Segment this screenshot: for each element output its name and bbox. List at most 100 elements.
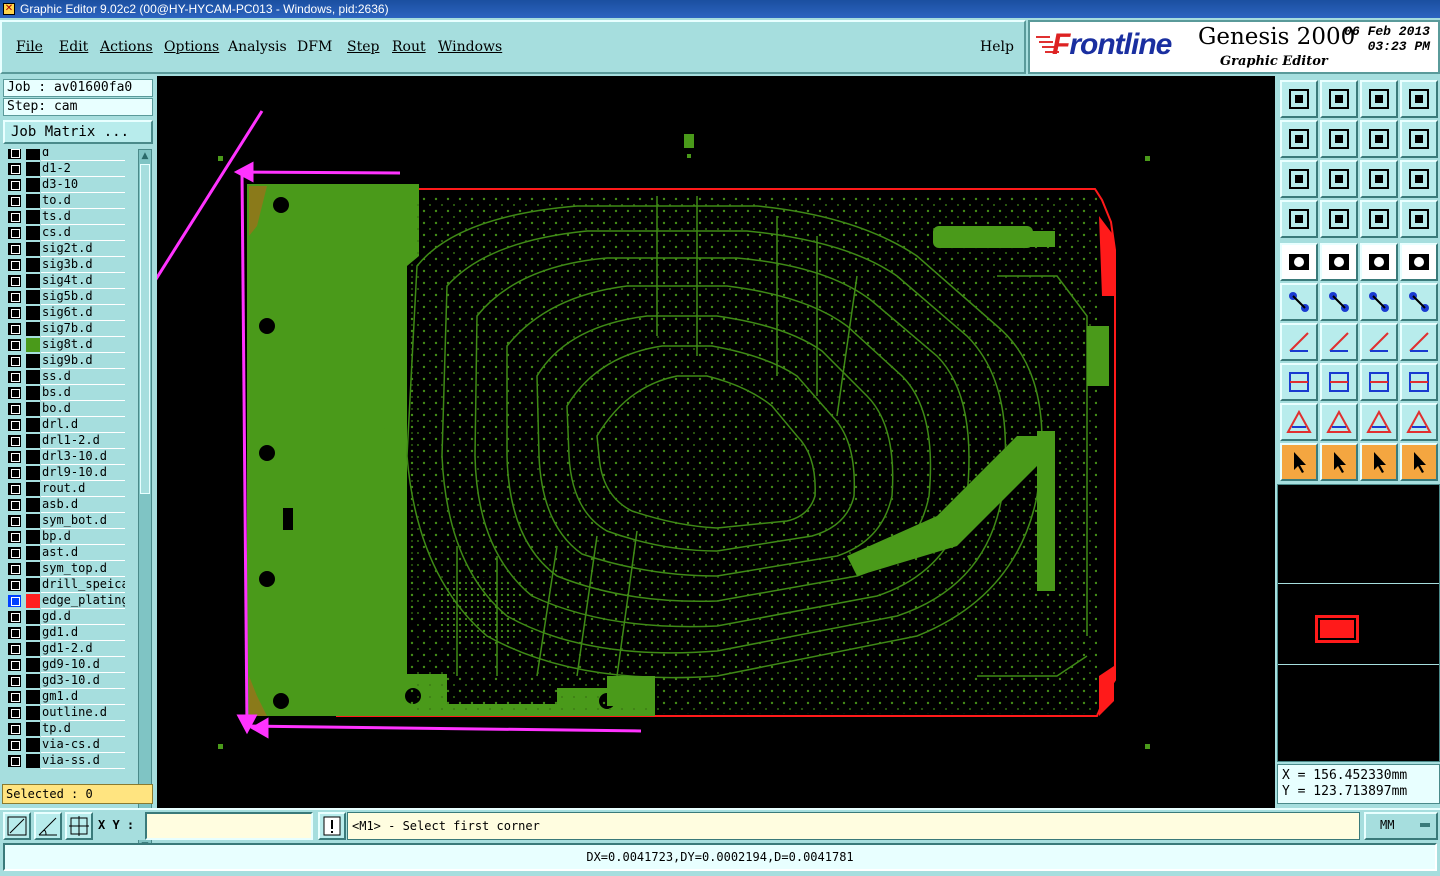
triangle-select-button[interactable]	[1360, 403, 1398, 441]
layer-row[interactable]: d	[5, 149, 125, 161]
layer-checkbox[interactable]	[8, 371, 21, 383]
layer-checkbox[interactable]	[8, 259, 21, 271]
layer-name[interactable]: sig9b.d	[41, 353, 125, 369]
layer-name[interactable]: bs.d	[41, 385, 125, 401]
layer-color-swatch[interactable]	[26, 482, 40, 496]
mirror-button[interactable]	[1400, 323, 1438, 361]
layer-checkbox[interactable]	[8, 467, 21, 479]
pointer-alt-button[interactable]	[1360, 443, 1398, 481]
layer-name[interactable]: gd1-2.d	[41, 641, 125, 657]
graphic-canvas[interactable]	[157, 76, 1275, 808]
layer-color-swatch[interactable]	[26, 386, 40, 400]
layer-name[interactable]: gd3-10.d	[41, 673, 125, 689]
layer-name[interactable]: sig5b.d	[41, 289, 125, 305]
fit-view-button[interactable]	[1320, 160, 1358, 198]
zoom-out-button[interactable]	[1280, 120, 1318, 158]
layer-list-scrollbar[interactable]: ▲ ▼	[138, 149, 152, 853]
layer-color-swatch[interactable]	[26, 594, 40, 608]
layer-row[interactable]: d1-2	[5, 161, 125, 177]
layer-checkbox[interactable]	[8, 611, 21, 623]
zoom-in-button[interactable]	[1320, 120, 1358, 158]
layer-row[interactable]: asb.d	[5, 497, 125, 513]
layer-color-swatch[interactable]	[26, 178, 40, 192]
layer-color-swatch[interactable]	[26, 322, 40, 336]
layer-checkbox[interactable]	[8, 547, 21, 559]
layer-checkbox[interactable]	[8, 179, 21, 191]
layer-row[interactable]: sig7b.d	[5, 321, 125, 337]
layer-checkbox[interactable]	[8, 451, 21, 463]
layer-color-swatch[interactable]	[26, 578, 40, 592]
layer-name[interactable]: gd.d	[41, 609, 125, 625]
open-job-button[interactable]	[1280, 80, 1318, 118]
layer-row[interactable]: bs.d	[5, 385, 125, 401]
layer-checkbox[interactable]	[8, 339, 21, 351]
layer-name[interactable]: sig7b.d	[41, 321, 125, 337]
pin-probe-button[interactable]	[1320, 200, 1358, 238]
layer-row[interactable]: sig3b.d	[5, 257, 125, 273]
layer-row[interactable]: rout.d	[5, 481, 125, 497]
layer-name[interactable]: asb.d	[41, 497, 125, 513]
home-button[interactable]	[1360, 80, 1398, 118]
layer-row[interactable]: drl9-10.d	[5, 465, 125, 481]
layer-row[interactable]: ss.d	[5, 369, 125, 385]
menu-edit[interactable]: Edit	[59, 39, 88, 55]
redraw-button[interactable]	[1400, 120, 1438, 158]
layer-row[interactable]: gd1-2.d	[5, 641, 125, 657]
layer-checkbox[interactable]	[8, 659, 21, 671]
menu-help[interactable]: Help	[980, 39, 1014, 55]
angle-line-button[interactable]	[1280, 323, 1318, 361]
overview-map[interactable]	[1277, 484, 1440, 762]
layer-row[interactable]: drl3-10.d	[5, 449, 125, 465]
layer-name[interactable]: drl1-2.d	[41, 433, 125, 449]
layer-checkbox[interactable]	[8, 515, 21, 527]
net-select-button[interactable]	[1400, 200, 1438, 238]
layer-row[interactable]: sym_bot.d	[5, 513, 125, 529]
menu-step[interactable]: Step	[347, 39, 379, 55]
layer-color-swatch[interactable]	[26, 162, 40, 176]
xy-input[interactable]	[145, 812, 313, 840]
layer-name[interactable]: cs.d	[41, 225, 125, 241]
layer-row[interactable]: cs.d	[5, 225, 125, 241]
layer-row[interactable]: sig5b.d	[5, 289, 125, 305]
layer-row[interactable]: to.d	[5, 193, 125, 209]
menu-windows[interactable]: Windows	[438, 39, 502, 55]
menu-file[interactable]: File	[16, 39, 43, 55]
units-selector[interactable]: MM	[1364, 812, 1438, 840]
layer-row[interactable]: sig4t.d	[5, 273, 125, 289]
layer-color-swatch[interactable]	[26, 242, 40, 256]
layer-row[interactable]: drill_speical	[5, 577, 125, 593]
layer-row[interactable]: sig2t.d	[5, 241, 125, 257]
layer-name[interactable]: drl9-10.d	[41, 465, 125, 481]
layer-name[interactable]: d1-2	[41, 161, 125, 177]
layer-row[interactable]: outline.d	[5, 705, 125, 721]
delete-node-button[interactable]	[1320, 283, 1358, 321]
draw-line-button[interactable]	[1320, 323, 1358, 361]
layer-name[interactable]: edge_plating	[41, 593, 125, 609]
pointer-box-button[interactable]	[1320, 443, 1358, 481]
layer-checkbox[interactable]	[8, 563, 21, 575]
pointer-route-button[interactable]	[1400, 443, 1438, 481]
layer-checkbox[interactable]	[8, 419, 21, 431]
connect-node-button[interactable]	[1280, 283, 1318, 321]
net-layer-button[interactable]	[1360, 200, 1398, 238]
layer-name[interactable]: gd9-10.d	[41, 657, 125, 673]
layer-row[interactable]: d3-10	[5, 177, 125, 193]
layer-row[interactable]: sig8t.d	[5, 337, 125, 353]
layer-color-swatch[interactable]	[26, 658, 40, 672]
layer-color-swatch[interactable]	[26, 370, 40, 384]
layer-color-swatch[interactable]	[26, 738, 40, 752]
layer-checkbox[interactable]	[8, 307, 21, 319]
snap-point-button[interactable]	[1400, 243, 1438, 281]
layer-row[interactable]: sym_top.d	[5, 561, 125, 577]
layer-checkbox[interactable]	[8, 707, 21, 719]
layer-color-swatch[interactable]	[26, 258, 40, 272]
layer-row[interactable]: bo.d	[5, 401, 125, 417]
job-matrix-button[interactable]: Job Matrix ...	[3, 120, 153, 144]
layer-row[interactable]: gm1.d	[5, 689, 125, 705]
layer-checkbox[interactable]	[8, 723, 21, 735]
layer-color-swatch[interactable]	[26, 210, 40, 224]
layer-checkbox[interactable]	[8, 595, 21, 607]
layer-name[interactable]: to.d	[41, 193, 125, 209]
tool-config-button[interactable]	[1280, 200, 1318, 238]
layer-row[interactable]: sig9b.d	[5, 353, 125, 369]
